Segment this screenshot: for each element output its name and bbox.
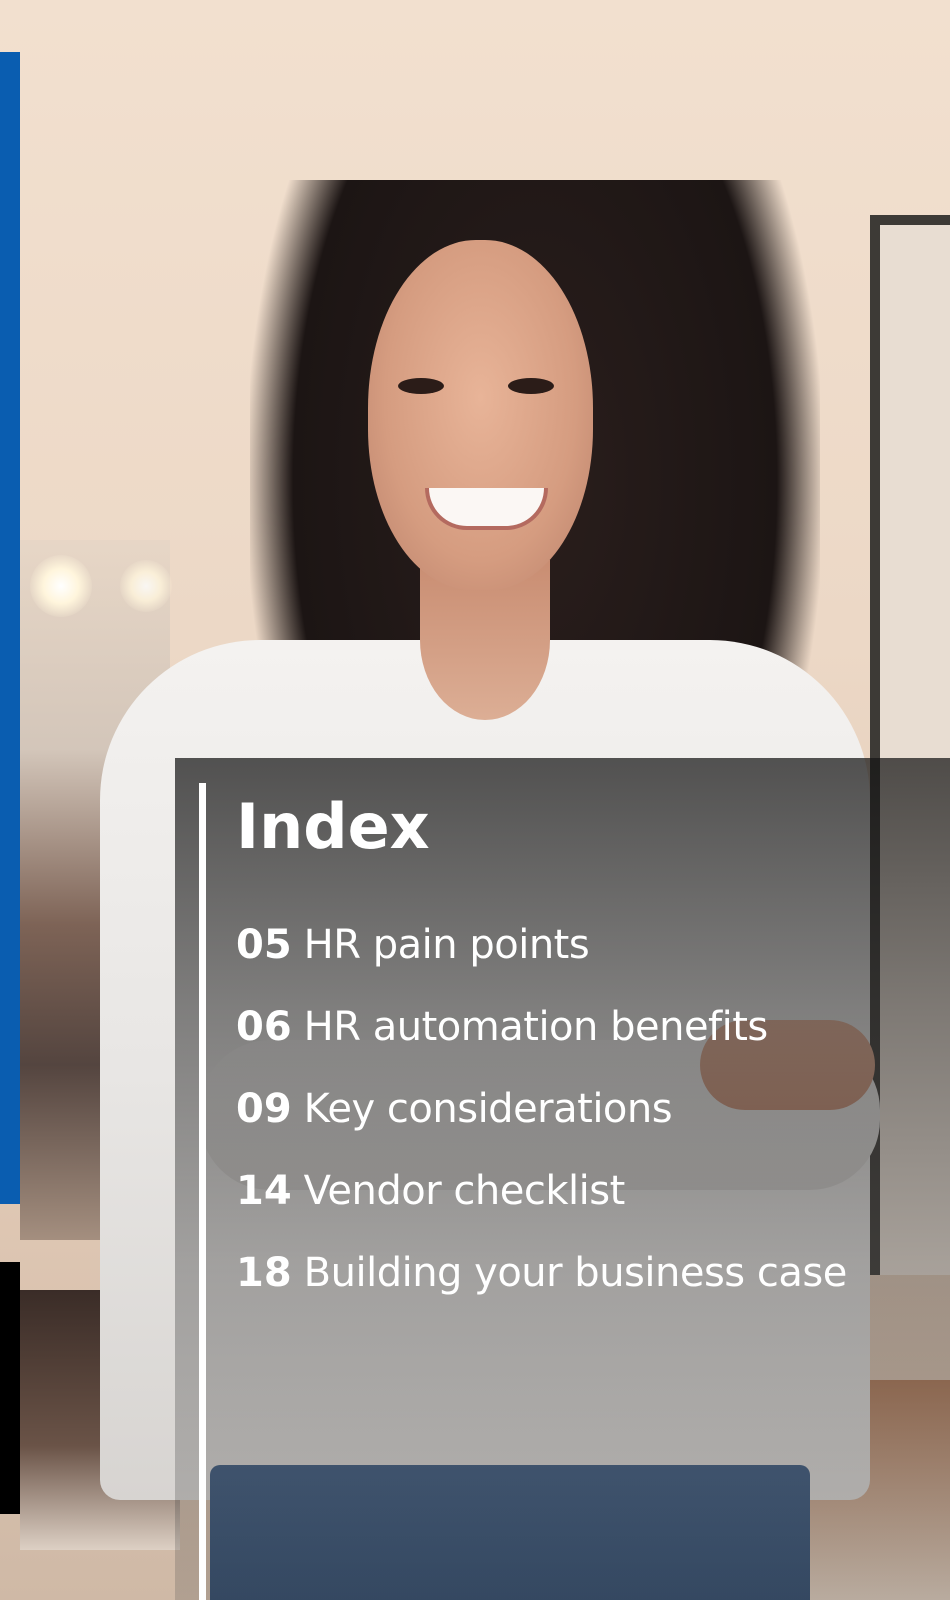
brand-accent-bar-black [0, 1262, 20, 1514]
index-item-vendor-checklist[interactable]: 14 Vendor checklist [236, 1168, 847, 1250]
index-title: Index [236, 790, 430, 863]
index-item-business-case[interactable]: 18 Building your business case [236, 1250, 847, 1332]
index-item-hr-automation-benefits[interactable]: 06 HR automation benefits [236, 1004, 847, 1086]
person-eye [508, 378, 554, 394]
index-item-hr-pain-points[interactable]: 05 HR pain points [236, 922, 847, 1004]
index-divider [199, 783, 206, 1600]
person-face [368, 240, 593, 590]
index-item-key-considerations[interactable]: 09 Key considerations [236, 1086, 847, 1168]
index-item-label: Vendor checklist [303, 1168, 626, 1214]
index-item-label: Key considerations [303, 1086, 673, 1132]
index-item-label: HR automation benefits [303, 1004, 769, 1050]
lamp-light [30, 555, 92, 617]
index-page-number: 06 [236, 1004, 292, 1050]
lamp-light [120, 560, 172, 612]
index-page-number: 18 [236, 1250, 292, 1296]
index-page-number: 14 [236, 1168, 292, 1214]
index-page-number: 05 [236, 922, 292, 968]
person-eye [398, 378, 444, 394]
index-page-number: 09 [236, 1086, 292, 1132]
brand-accent-bar-blue [0, 52, 20, 1204]
index-item-label: HR pain points [303, 922, 590, 968]
index-item-label: Building your business case [303, 1250, 848, 1296]
index-list: 05 HR pain points 06 HR automation benef… [236, 922, 847, 1332]
